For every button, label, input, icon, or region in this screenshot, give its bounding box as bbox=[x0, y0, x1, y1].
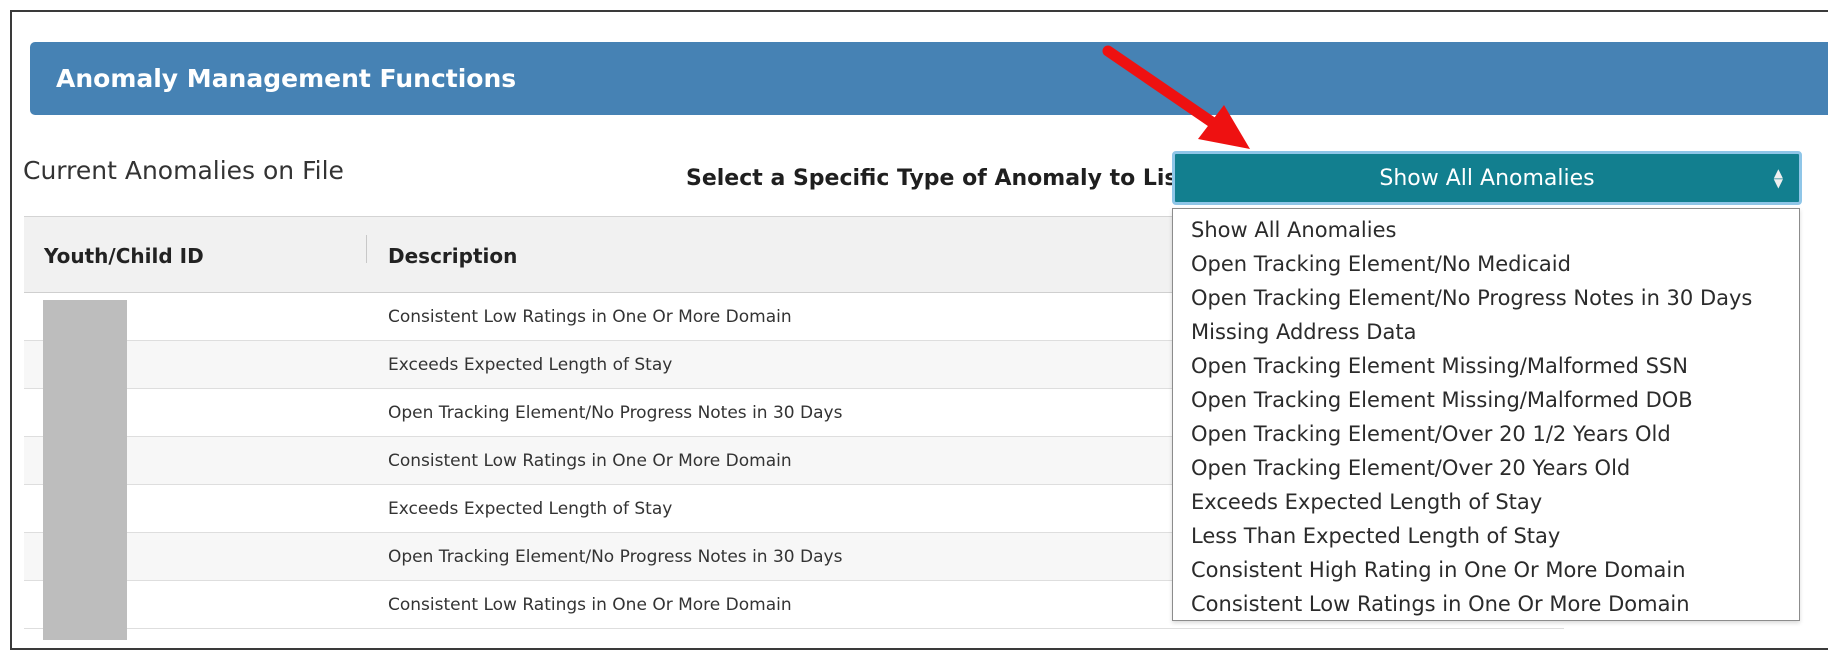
section-title: Current Anomalies on File bbox=[23, 156, 344, 185]
dropdown-option[interactable]: Open Tracking Element Missing/Malformed … bbox=[1173, 349, 1799, 383]
row-description: Open Tracking Element/No Progress Notes … bbox=[388, 547, 843, 567]
row-description: Exceeds Expected Length of Stay bbox=[388, 499, 673, 519]
dropdown-option[interactable]: Open Tracking Element/Over 20 1/2 Years … bbox=[1173, 417, 1799, 451]
dropdown-option[interactable]: Consistent Low Ratings in One Or More Do… bbox=[1173, 587, 1799, 621]
column-divider[interactable] bbox=[366, 235, 367, 263]
dropdown-option[interactable]: Show All Anomalies bbox=[1173, 213, 1799, 247]
dropdown-option[interactable]: Open Tracking Element/No Medicaid bbox=[1173, 247, 1799, 281]
anomaly-type-dropdown-list: Show All Anomalies Open Tracking Element/… bbox=[1172, 208, 1800, 621]
dropdown-option[interactable]: Consistent High Rating in One Or More Do… bbox=[1173, 553, 1799, 587]
dropdown-option[interactable]: Less Than Expected Length of Stay bbox=[1173, 519, 1799, 553]
row-description: Consistent Low Ratings in One Or More Do… bbox=[388, 451, 792, 471]
row-description: Open Tracking Element/No Progress Notes … bbox=[388, 403, 843, 423]
row-description: Exceeds Expected Length of Stay bbox=[388, 355, 673, 375]
dropdown-option[interactable]: Open Tracking Element/No Progress Notes … bbox=[1173, 281, 1799, 315]
dropdown-option[interactable]: Exceeds Expected Length of Stay bbox=[1173, 485, 1799, 519]
dropdown-option[interactable]: Open Tracking Element/Over 20 Years Old bbox=[1173, 451, 1799, 485]
anomaly-type-select[interactable]: Show All Anomalies ▲ ▼ bbox=[1172, 151, 1802, 205]
dropdown-option[interactable]: Missing Address Data bbox=[1173, 315, 1799, 349]
redacted-id-block bbox=[43, 300, 127, 640]
anomaly-type-selected-value: Show All Anomalies bbox=[1379, 165, 1595, 191]
dropdown-option[interactable]: Open Tracking Element Missing/Malformed … bbox=[1173, 383, 1799, 417]
functions-banner: Anomaly Management Functions bbox=[30, 42, 1828, 115]
row-description: Consistent Low Ratings in One Or More Do… bbox=[388, 595, 792, 615]
column-header-youth-id[interactable]: Youth/Child ID bbox=[44, 244, 204, 268]
column-header-description[interactable]: Description bbox=[388, 244, 517, 268]
row-description: Consistent Low Ratings in One Or More Do… bbox=[388, 307, 792, 327]
updown-caret-icon: ▲ ▼ bbox=[1773, 166, 1783, 190]
anomaly-type-label: Select a Specific Type of Anomaly to Lis… bbox=[686, 166, 1189, 191]
banner-title: Anomaly Management Functions bbox=[56, 64, 517, 93]
